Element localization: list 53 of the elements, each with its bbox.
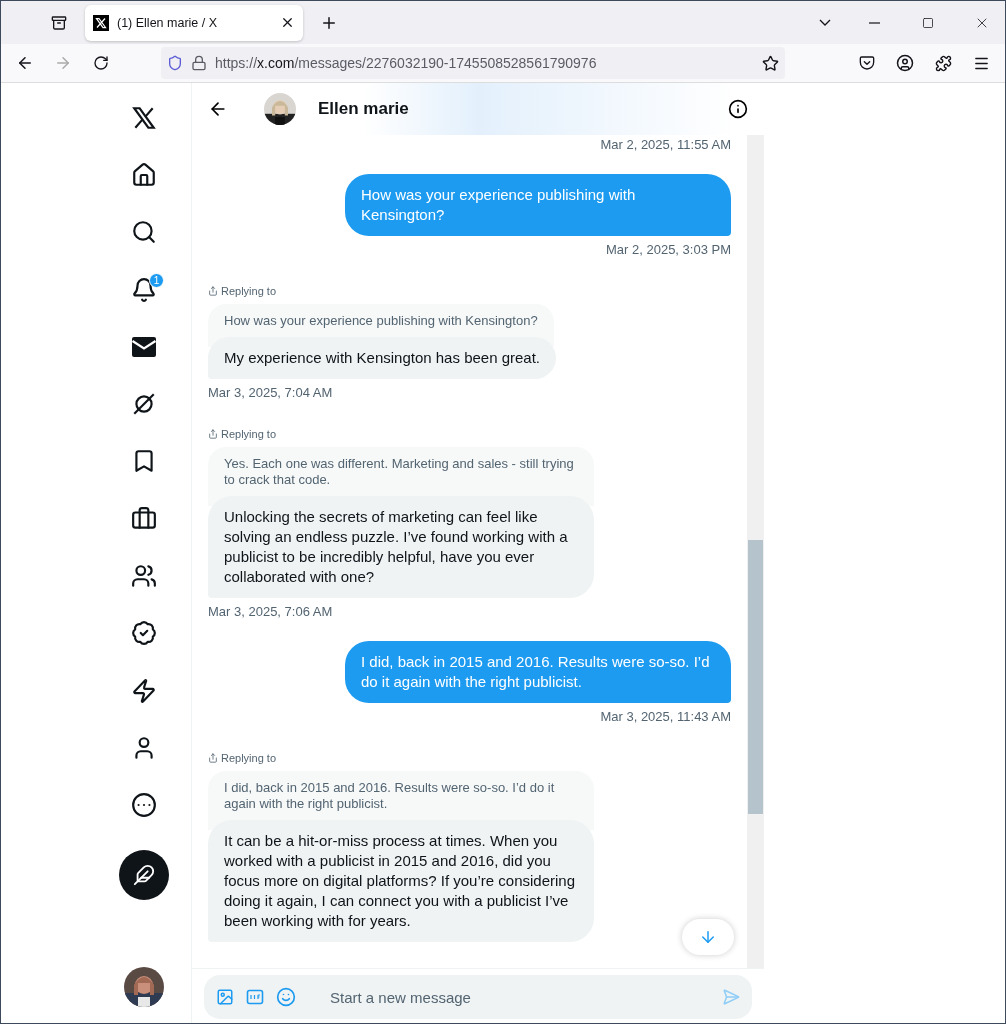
replying-to-label: Replying to xyxy=(221,752,277,764)
chevron-icon xyxy=(819,19,831,26)
received-message: My experience with Kensington has been great. xyxy=(208,337,557,379)
gif-icon[interactable] xyxy=(246,988,264,1006)
received-message: It can be a hit-or-miss process at times. When you worked with a publicist in 2015 and 2016, did you focus more on digital platforms? If you’re considering doing it again, I can connect you with a publicist I’ve been working with for years. xyxy=(208,820,594,942)
pocket-icon xyxy=(859,55,875,71)
message-time: Mar 3, 2025, 7:06 AM xyxy=(208,604,333,619)
address-field[interactable]: https://x.com/messages/2276032190-1745508528561790976 xyxy=(161,47,785,79)
shield-icon xyxy=(167,55,183,71)
favicon-icon xyxy=(93,14,109,31)
replying-to-label: Replying to xyxy=(221,285,277,297)
tab-title: (1) Ellen marie / X xyxy=(117,15,219,30)
x-logo-icon[interactable] xyxy=(131,104,157,131)
minimize-icon xyxy=(868,21,880,24)
notification-badge: 1 xyxy=(149,272,164,288)
sent-message: I did, back in 2015 and 2016. Results were so-so. I’d do it again with the right publicist. xyxy=(345,641,731,703)
contact-name: Ellen marie xyxy=(318,99,410,119)
account-icon xyxy=(896,54,914,72)
browser-tab[interactable]: (1) Ellen marie / X xyxy=(85,4,303,41)
received-message: Unlocking the secrets of marketing can feel like solving an endless puzzle. I’ve found working with a publicist to be incredibly helpful, have you ever collaborated with one? xyxy=(208,496,594,598)
message-composer[interactable]: Start a new message xyxy=(204,975,752,1019)
mail-icon[interactable] xyxy=(131,335,157,358)
compose-button[interactable] xyxy=(119,849,169,900)
close-tab-icon[interactable] xyxy=(280,15,295,30)
forward-arrow-icon xyxy=(54,54,72,72)
sent-message: How was your experience publishing with Kensington? xyxy=(345,174,731,236)
message-time: Mar 3, 2025, 11:43 AM xyxy=(600,709,731,724)
info-icon[interactable] xyxy=(728,99,748,119)
bookmark-star-icon[interactable] xyxy=(762,54,779,72)
people-icon[interactable] xyxy=(131,563,157,589)
lock-icon xyxy=(191,55,207,71)
message-time: Mar 2, 2025, 3:03 PM xyxy=(606,242,731,257)
briefcase-icon[interactable] xyxy=(131,505,157,532)
maximize-icon xyxy=(922,16,934,29)
feather-icon xyxy=(133,863,155,886)
puzzle-icon xyxy=(934,54,952,72)
message-time: Mar 2, 2025, 11:55 AM xyxy=(600,137,731,152)
bell-icon[interactable] xyxy=(131,276,157,303)
verified-badge-icon[interactable] xyxy=(131,620,157,647)
replying-to-label: Replying to xyxy=(221,428,277,440)
home-icon[interactable] xyxy=(131,161,157,188)
reload-icon xyxy=(93,55,109,71)
image-icon[interactable] xyxy=(216,988,234,1006)
message-input[interactable]: Start a new message xyxy=(328,987,710,1007)
search-icon[interactable] xyxy=(131,219,157,246)
scrollbar[interactable] xyxy=(747,135,764,968)
more-icon[interactable] xyxy=(131,792,157,819)
url-text: https://x.com/messages/2276032190-1745508528561790976 xyxy=(215,55,598,71)
emoji-icon[interactable] xyxy=(276,987,296,1007)
lightning-icon[interactable] xyxy=(131,677,157,704)
tray-icon xyxy=(51,14,67,31)
down-arrow-icon xyxy=(699,928,717,946)
message-time: Mar 3, 2025, 7:04 AM xyxy=(208,385,333,400)
